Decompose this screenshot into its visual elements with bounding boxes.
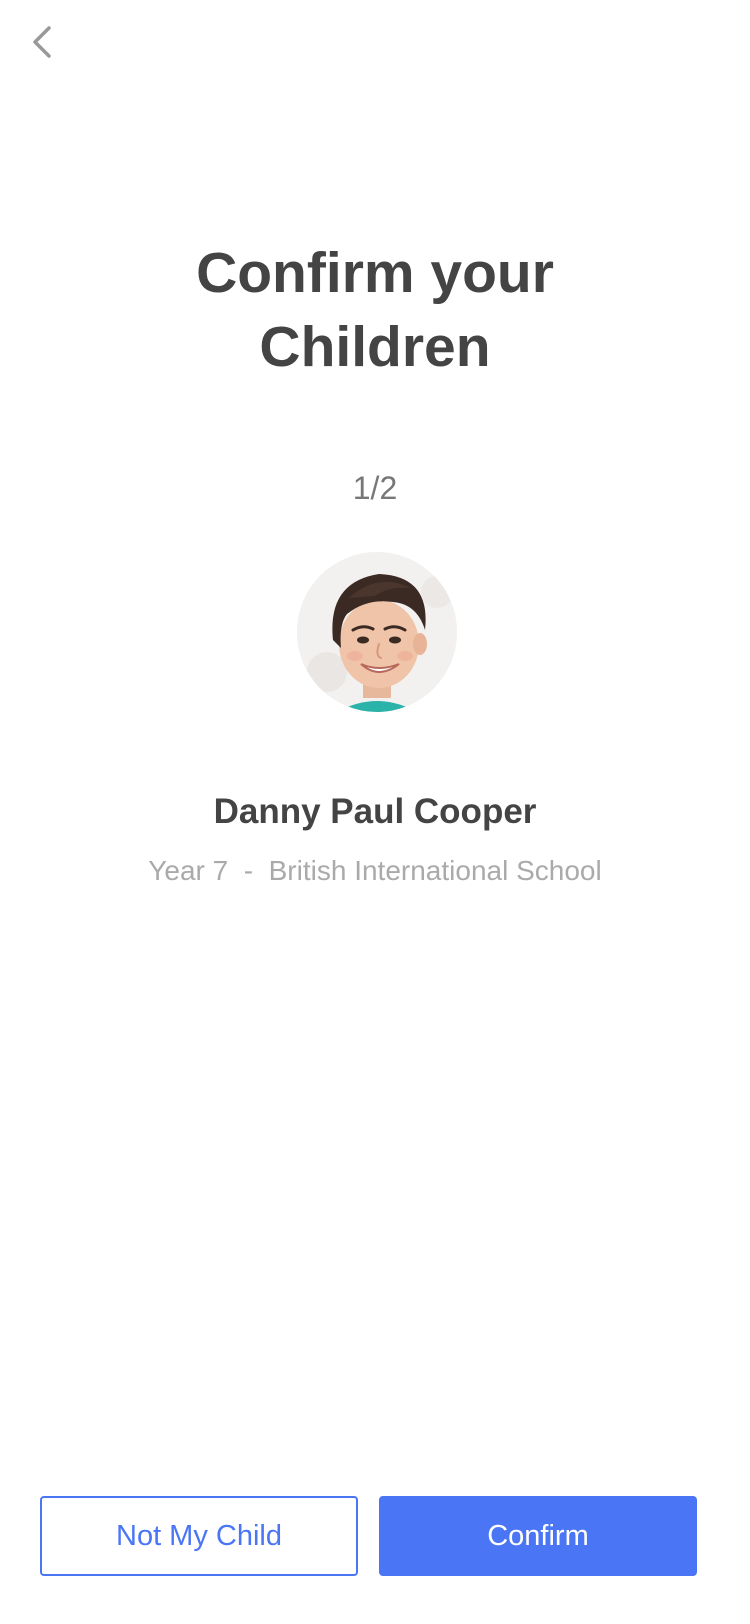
not-my-child-button[interactable]: Not My Child: [40, 1496, 358, 1576]
page-title-line-2: Children: [259, 315, 491, 379]
page-title-line-1: Confirm your: [196, 241, 554, 305]
child-name: Danny Paul Cooper: [213, 792, 537, 831]
child-school-details: Year 7 - British International School: [148, 855, 602, 886]
confirm-button[interactable]: Confirm: [379, 1496, 697, 1576]
page-title: Confirm your Children: [0, 236, 750, 384]
chevron-left-icon: [30, 24, 54, 65]
child-avatar: [297, 552, 457, 712]
back-button[interactable]: [14, 16, 70, 72]
child-counter: 1/2: [352, 470, 398, 506]
